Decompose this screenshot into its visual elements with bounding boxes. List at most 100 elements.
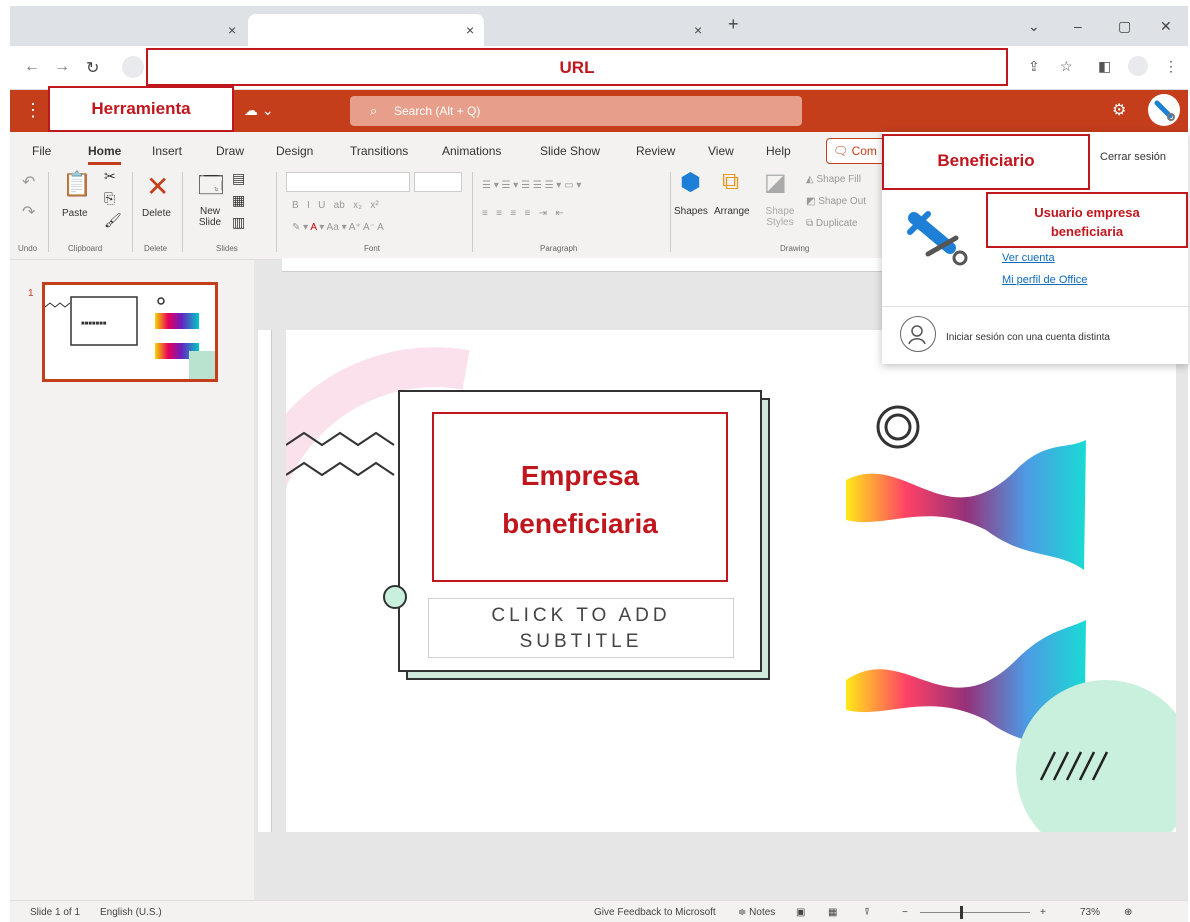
font-color-tools[interactable]: ✎ ▾ A ▾ Aa ▾ A⁺ A⁻ A [292,222,384,233]
tab-animations[interactable]: Animations [442,144,501,158]
notes-button[interactable]: ≑ Notes [738,907,775,918]
slide-thumbnail[interactable]: ■■■■■■■ [42,282,218,382]
tab-slide-show[interactable]: Slide Show [540,144,600,158]
browser-tab-active[interactable]: × [248,14,484,46]
comments-button[interactable]: 🗨 Com [826,138,886,164]
zoom-level[interactable]: 73% [1080,907,1100,918]
group-label-delete: Delete [144,244,168,253]
font-name-select[interactable] [286,172,410,192]
section-icon[interactable]: ▥ [232,214,245,231]
feedback-link[interactable]: Give Feedback to Microsoft [594,907,716,918]
zoom-slider-thumb[interactable] [960,906,963,919]
paste-label[interactable]: Paste [62,208,88,219]
tab-close-icon[interactable]: × [694,22,702,38]
shape-outline-button[interactable]: ◩ Shape Out [806,196,866,207]
chrome-menu-icon[interactable]: ⋮ [1164,58,1178,75]
reset-icon[interactable]: ▦ [232,192,245,209]
bookmark-star-icon[interactable]: ☆ [1060,58,1073,75]
shape-fill-button[interactable]: ◭ Shape Fill [806,174,861,185]
connector-circle-shape [383,585,407,609]
tab-search-icon[interactable]: ⌄ [1028,18,1040,35]
double-ring-shape [876,405,920,449]
view-account-link[interactable]: Ver cuenta [1002,252,1055,264]
paste-icon[interactable]: 📋 [62,170,92,199]
settings-gear-icon[interactable]: ⚙ [1112,100,1126,120]
normal-view-icon[interactable]: ▣ [796,907,805,918]
person-icon [908,325,926,345]
zoom-slider[interactable] [920,906,1030,919]
zoom-in-icon[interactable]: + [1040,907,1046,918]
wrench-screwdriver-icon [907,211,968,266]
url-field[interactable]: URL [146,48,1008,86]
redo-icon[interactable]: ↷ [22,202,35,222]
font-formatting-tools[interactable]: B I U ab x₂ x² [292,200,379,211]
shapes-icon[interactable]: ⬢ [680,168,701,197]
arrange-label[interactable]: Arrange [714,206,750,217]
cut-icon[interactable]: ✂ [104,168,116,185]
sign-out-link[interactable]: Cerrar sesión [1100,151,1166,163]
shapes-label[interactable]: Shapes [674,206,708,217]
browser-tab-1[interactable]: × [10,14,244,46]
delete-icon[interactable]: ✕ [146,170,169,203]
tab-help[interactable]: Help [766,144,791,158]
tab-home[interactable]: Home [88,144,122,165]
vertical-ruler [258,330,272,832]
tab-review[interactable]: Review [636,144,675,158]
reload-icon[interactable]: ↻ [86,58,99,78]
font-size-select[interactable] [414,172,462,192]
shape-styles-label[interactable]: Shape Styles [760,206,800,228]
cloud-save-icon[interactable]: ☁ ⌄ [244,102,274,119]
tab-file[interactable]: File [32,144,51,158]
new-slide-icon[interactable]: 🗔 [198,168,224,209]
beneficiary-annotation-box: Beneficiario [882,134,1090,190]
sorter-view-icon[interactable]: ▦ [828,907,837,918]
fit-slide-icon[interactable]: ⊕ [1124,907,1132,918]
account-avatar[interactable] [1148,94,1180,126]
notes-label: Notes [749,907,776,918]
group-label-slides: Slides [216,244,238,253]
share-icon[interactable]: ⇪ [1028,58,1040,75]
subtitle-placeholder[interactable]: CLICK TO ADD SUBTITLE [428,598,734,658]
search-placeholder: Search (Alt + Q) [394,104,481,118]
undo-icon[interactable]: ↶ [22,172,35,192]
search-box[interactable]: ⌕ Search (Alt + Q) [350,96,802,126]
browser-tab-3[interactable]: × [488,14,718,46]
forward-icon[interactable]: → [54,58,70,76]
layout-icon[interactable]: ▤ [232,170,245,187]
list-tools[interactable]: ☰ ▾ ☰ ▾ ☰ ☰ ☰ ▾ ▭ ▾ [482,180,581,191]
tab-view[interactable]: View [708,144,734,158]
title-placeholder[interactable]: Empresa beneficiaria [432,412,728,582]
arrange-icon[interactable]: ⧉ [722,168,739,196]
side-panel-icon[interactable]: ◧ [1098,58,1111,75]
reading-view-icon[interactable]: ⍒ [864,907,870,918]
format-painter-icon[interactable]: 🖌 [104,212,122,229]
tab-close-icon[interactable]: × [466,22,474,38]
new-tab-button[interactable]: + [728,14,739,35]
user-annotation: Usuario empresa beneficiaria [988,203,1186,241]
zoom-out-icon[interactable]: − [902,907,908,918]
delete-label[interactable]: Delete [142,208,171,219]
tab-draw[interactable]: Draw [216,144,244,158]
align-tools[interactable]: ≡ ≡ ≡ ≡ ⇥ ⇤ [482,208,564,219]
profile-icon[interactable] [1128,56,1148,76]
duplicate-label: Duplicate [815,218,858,229]
minimize-button[interactable]: – [1074,18,1082,34]
back-icon[interactable]: ← [24,58,40,76]
other-account-link[interactable]: Iniciar sesión con una cuenta distinta [946,332,1110,343]
office-profile-link[interactable]: Mi perfil de Office [1002,274,1087,286]
new-slide-label[interactable]: New Slide [196,206,224,228]
maximize-button[interactable]: ▢ [1118,18,1131,35]
copy-icon[interactable]: ⎘ [104,190,115,207]
language-status[interactable]: English (U.S.) [100,907,162,918]
status-bar: Slide 1 of 1 English (U.S.) Give Feedbac… [10,900,1188,922]
close-window-button[interactable]: ✕ [1160,18,1172,35]
search-icon: ⌕ [370,103,378,118]
tab-insert[interactable]: Insert [152,144,182,158]
shape-styles-icon[interactable]: ◪ [764,168,787,197]
duplicate-button[interactable]: ⧉ Duplicate [806,218,858,229]
tab-transitions[interactable]: Transitions [350,144,408,158]
slide-info: Slide 1 of 1 [30,907,81,918]
tab-close-icon[interactable]: × [228,22,236,38]
slide-title-line1: Empresa [520,460,640,491]
tab-design[interactable]: Design [276,144,313,158]
